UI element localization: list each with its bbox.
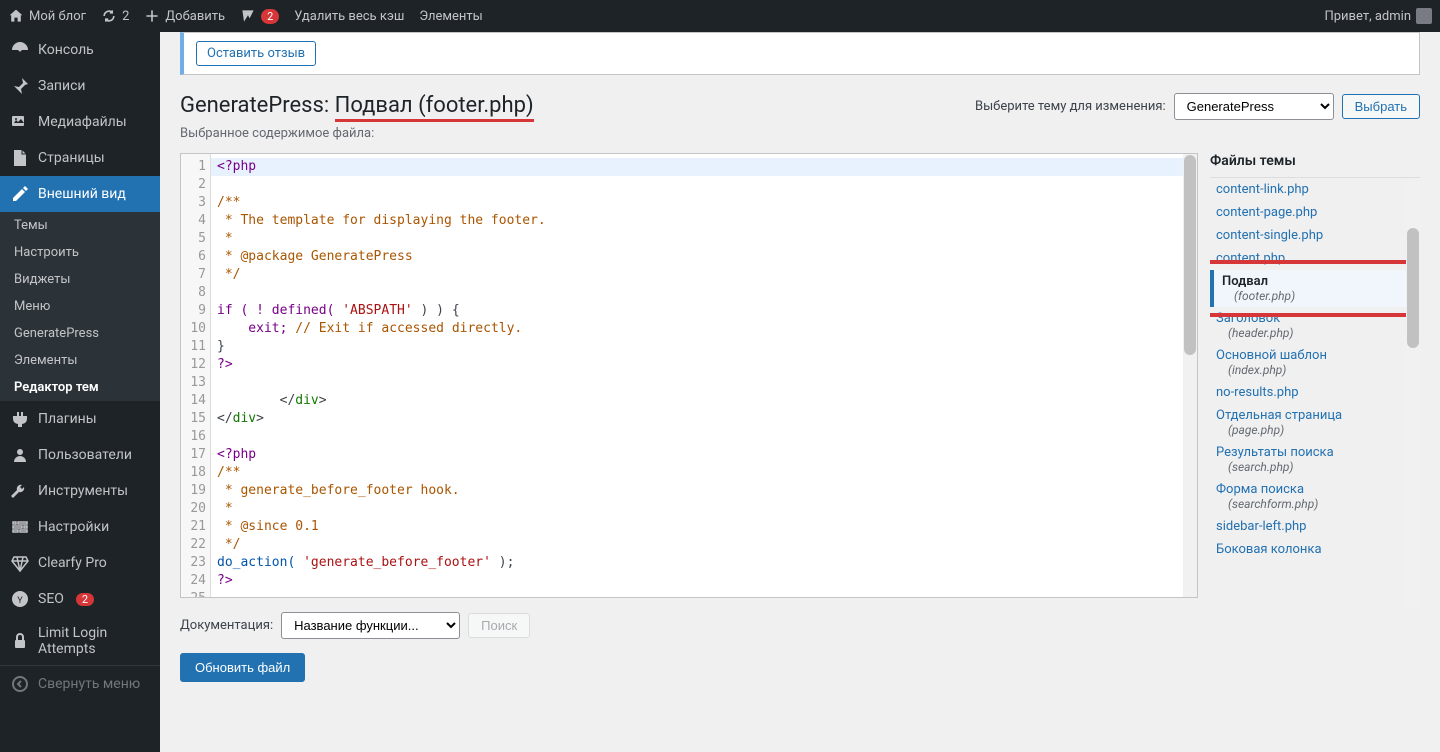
collapse-menu[interactable]: Свернуть меню: [0, 665, 160, 702]
code-scrollbar[interactable]: [1183, 154, 1197, 597]
theme-select-label: Выберите тему для изменения:: [975, 99, 1166, 114]
file-item[interactable]: content-link.php: [1210, 178, 1420, 201]
updates-link[interactable]: 2: [101, 8, 129, 24]
menu-item-media[interactable]: Медиафайлы: [0, 104, 160, 140]
account-link[interactable]: Привет, admin: [1324, 8, 1432, 24]
menu-item-users[interactable]: Пользователи: [0, 437, 160, 473]
title-highlight: Подвал (footer.php): [335, 93, 534, 122]
submenu-item[interactable]: Виджеты: [0, 266, 160, 293]
tools-icon: [10, 481, 30, 501]
file-item[interactable]: Основной шаблон(index.php): [1210, 344, 1420, 381]
collapse-icon: [10, 674, 30, 694]
file-item[interactable]: Заголовок(header.php): [1210, 307, 1420, 344]
file-item[interactable]: content-single.php: [1210, 224, 1420, 247]
file-item[interactable]: Боковая колонка: [1210, 538, 1420, 561]
file-item[interactable]: no-results.php: [1210, 381, 1420, 404]
line-numbers: 1 2 3 4 5 6 7 8 9 10 11 12 13 14 15 16 1…: [181, 154, 211, 597]
menu-badge: 2: [76, 593, 94, 606]
users-icon: [10, 445, 30, 465]
menu-item-diamond[interactable]: Clearfy Pro: [0, 545, 160, 581]
menu-item-settings[interactable]: Настройки: [0, 509, 160, 545]
add-new-link[interactable]: Добавить: [144, 8, 225, 24]
file-item[interactable]: content.php: [1210, 247, 1420, 270]
settings-icon: [10, 517, 30, 537]
lock-icon: [10, 631, 30, 651]
menu-item-pin[interactable]: Записи: [0, 68, 160, 104]
submenu-item[interactable]: GeneratePress: [0, 320, 160, 347]
function-select[interactable]: Название функции...: [281, 612, 460, 639]
pin-icon: [10, 76, 30, 96]
search-button[interactable]: Поиск: [468, 613, 530, 638]
plus-icon: [144, 8, 160, 24]
menu-item-tools[interactable]: Инструменты: [0, 473, 160, 509]
update-file-button[interactable]: Обновить файл: [180, 653, 305, 682]
file-item[interactable]: Отдельная страница(page.php): [1210, 404, 1420, 441]
plugin-icon: [10, 409, 30, 429]
menu-item-plugin[interactable]: Плагины: [0, 401, 160, 437]
notice: Оставить отзыв: [180, 32, 1420, 75]
dashboard-icon: [10, 40, 30, 60]
media-icon: [10, 112, 30, 132]
admin-sidebar: КонсольЗаписиМедиафайлыСтраницыВнешний в…: [0, 32, 160, 752]
theme-files-heading: Файлы темы: [1210, 153, 1420, 177]
code-content[interactable]: <?php /** * The template for displaying …: [211, 154, 1197, 597]
admin-bar: Мой блог 2 Добавить 2 Удалить весь кэш Э…: [0, 0, 1440, 32]
site-name-link[interactable]: Мой блог: [8, 8, 86, 24]
submenu-item[interactable]: Меню: [0, 293, 160, 320]
menu-item-lock[interactable]: Limit Login Attempts: [0, 617, 160, 665]
file-item[interactable]: sidebar-left.php: [1210, 515, 1420, 538]
documentation-label: Документация:: [180, 618, 273, 633]
avatar-icon: [1416, 8, 1432, 24]
leave-review-link[interactable]: Оставить отзыв: [196, 41, 316, 66]
submenu-item[interactable]: Редактор тем: [0, 374, 160, 401]
home-icon: [8, 8, 24, 24]
diamond-icon: [10, 553, 30, 573]
submenu-item[interactable]: Настроить: [0, 239, 160, 266]
page-title: GeneratePress: Подвал (footer.php): [180, 93, 534, 118]
file-list: content-link.phpcontent-page.phpcontent-…: [1210, 178, 1420, 607]
file-item[interactable]: Результаты поиска(search.php): [1210, 441, 1420, 478]
theme-select[interactable]: GeneratePress: [1174, 93, 1334, 120]
yoast-link[interactable]: 2: [240, 8, 279, 24]
site-name: Мой блог: [29, 9, 86, 24]
elements-link[interactable]: Элементы: [419, 9, 482, 24]
submenu-item[interactable]: Элементы: [0, 347, 160, 374]
menu-item-seo[interactable]: YSEO2: [0, 581, 160, 617]
select-theme-button[interactable]: Выбрать: [1342, 94, 1420, 119]
yoast-badge: 2: [261, 9, 279, 24]
file-item[interactable]: Подвал(footer.php): [1210, 270, 1420, 307]
page-icon: [10, 148, 30, 168]
clear-cache-link[interactable]: Удалить весь кэш: [294, 9, 404, 24]
main-content: Оставить отзыв GeneratePress: Подвал (fo…: [160, 32, 1440, 752]
menu-item-page[interactable]: Страницы: [0, 140, 160, 176]
file-content-label: Выбранное содержимое файла:: [180, 126, 1420, 141]
code-editor[interactable]: 1 2 3 4 5 6 7 8 9 10 11 12 13 14 15 16 1…: [180, 153, 1198, 598]
file-scrollbar[interactable]: [1406, 178, 1420, 607]
appearance-icon: [10, 184, 30, 204]
file-item[interactable]: Форма поиска(searchform.php): [1210, 478, 1420, 515]
yoast-icon: [240, 8, 256, 24]
menu-item-appearance[interactable]: Внешний вид: [0, 176, 160, 212]
submenu-item[interactable]: Темы: [0, 212, 160, 239]
seo-icon: Y: [10, 589, 30, 609]
update-icon: [101, 8, 117, 24]
svg-text:Y: Y: [17, 596, 23, 606]
menu-item-dashboard[interactable]: Консоль: [0, 32, 160, 68]
file-item[interactable]: content-page.php: [1210, 201, 1420, 224]
